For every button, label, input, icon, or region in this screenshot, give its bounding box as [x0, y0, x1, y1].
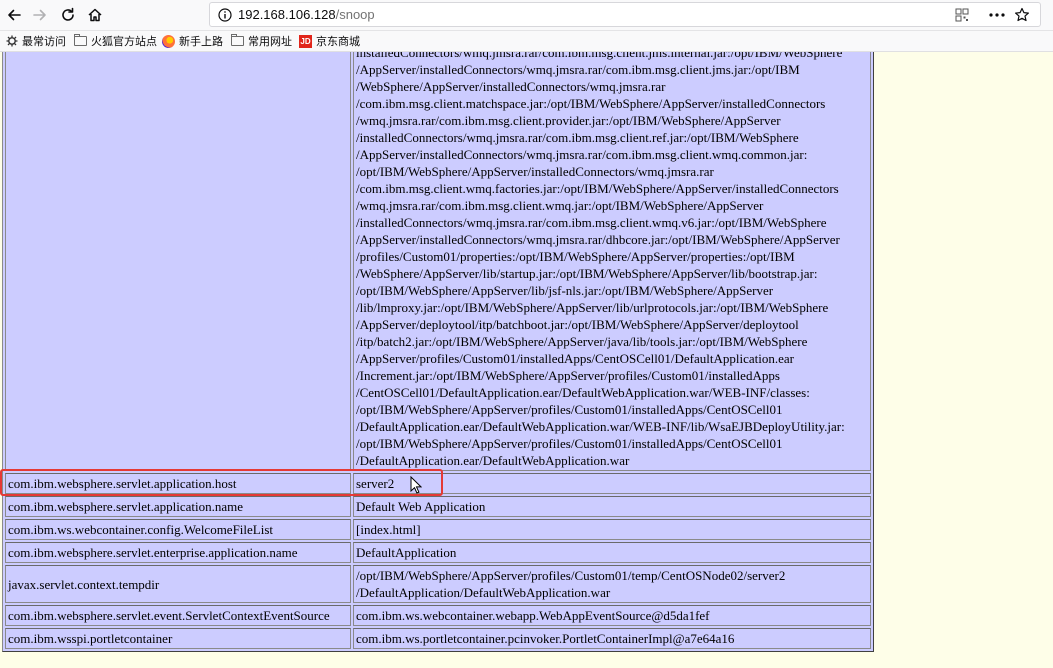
firefox-icon	[162, 34, 175, 48]
classpath-line: /itp/batch2.jar:/opt/IBM/WebSphere/AppSe…	[356, 334, 808, 349]
more-actions-icon[interactable]	[989, 13, 1005, 17]
classpath-line: /WebSphere/AppServer/lib/startup.jar:/op…	[356, 266, 818, 281]
bookmark-label: 最常访问	[22, 35, 66, 48]
classpath-line: /profiles/Custom01/properties:/opt/IBM/W…	[356, 249, 795, 264]
bookmark-label: 常用网址	[248, 35, 292, 48]
bookmark-getting-started[interactable]: 新手上路	[162, 33, 223, 49]
classpath-line: /AppServer/deploytool/itp/batchboot.jar:…	[356, 317, 799, 332]
bookmark-most-visited[interactable]: 最常访问	[6, 33, 66, 49]
back-arrow-icon	[8, 9, 21, 21]
table-row: javax.servlet.context.tempdir/opt/IBM/We…	[5, 565, 871, 603]
mouse-cursor-icon	[410, 476, 422, 494]
bookmark-label: 新手上路	[179, 35, 223, 48]
attribute-value: com.ibm.ws.webcontainer.webapp.WebAppEve…	[353, 605, 871, 626]
classpath-value-cell: installedConnectors/wmq.jmsra.rar/com.ib…	[353, 52, 871, 471]
table-row: com.ibm.websphere.servlet.event.ServletC…	[5, 605, 871, 626]
classpath-line: /installedConnectors/wmq.jmsra.rar/com.i…	[356, 215, 827, 230]
classpath-line: /WebSphere/AppServer/installedConnectors…	[356, 79, 666, 94]
attribute-name: com.ibm.wsspi.portletcontainer	[5, 628, 351, 649]
attribute-value: DefaultApplication	[353, 542, 871, 563]
classpath-line: /opt/IBM/WebSphere/AppServer/lib/jsf-nls…	[356, 283, 774, 298]
address-bar[interactable]: 192.168.106.128/snoop	[209, 2, 1041, 27]
attribute-name: com.ibm.websphere.servlet.event.ServletC…	[5, 605, 351, 626]
attribute-name: com.ibm.ws.webcontainer.config.WelcomeFi…	[5, 519, 351, 540]
attribute-name: com.ibm.websphere.servlet.enterprise.app…	[5, 542, 351, 563]
table-row: com.ibm.websphere.servlet.enterprise.app…	[5, 542, 871, 563]
attribute-value: [index.html]	[353, 519, 871, 540]
forward-arrow-icon	[33, 9, 46, 21]
folder-icon	[231, 34, 244, 46]
classpath-line: /AppServer/profiles/Custom01/installedAp…	[356, 351, 794, 366]
classpath-line: /AppServer/installedConnectors/wmq.jmsra…	[356, 62, 800, 77]
classpath-line: /DefaultApplication.ear/DefaultWebApplic…	[356, 453, 630, 468]
classpath-line: /wmq.jmsra.rar/com.ibm.msg.client.provid…	[356, 113, 781, 128]
home-icon	[88, 8, 102, 22]
url-path: /snoop	[335, 7, 375, 22]
classpath-line: /installedConnectors/wmq.jmsra.rar/com.i…	[356, 130, 799, 145]
highlight-box	[0, 469, 443, 496]
back-button[interactable]	[2, 3, 26, 27]
classpath-line: /com.ibm.msg.client.wmq.factories.jar:/o…	[356, 181, 839, 196]
classpath-line: /opt/IBM/WebSphere/AppServer/installedCo…	[356, 164, 714, 179]
classpath-line: installedConnectors/wmq.jmsra.rar/com.ib…	[356, 52, 843, 60]
bookmark-firefox-official[interactable]: 火狐官方站点	[74, 33, 157, 49]
info-icon	[218, 8, 232, 22]
attribute-value-line: /opt/IBM/WebSphere/AppServer/profiles/Cu…	[356, 568, 786, 583]
folder-icon	[74, 34, 87, 46]
gear-icon	[6, 35, 18, 47]
bookmark-label: 火狐官方站点	[91, 35, 157, 48]
table-row: com.ibm.websphere.servlet.application.na…	[5, 496, 871, 517]
bookmark-common-sites[interactable]: 常用网址	[231, 33, 292, 49]
table-row: com.ibm.wsspi.portletcontainer com.ibm.ws…	[5, 628, 871, 649]
bookmarks-toolbar: 最常访问 火狐官方站点 新手上路 常用网址 JD 京东商城	[0, 31, 1053, 52]
table-row-classpath: installedConnectors/wmq.jmsra.rar/com.ib…	[5, 52, 871, 471]
reload-button[interactable]	[56, 3, 80, 27]
classpath-line: /Increment.jar:/opt/IBM/WebSphere/AppSer…	[356, 368, 780, 383]
attribute-name: com.ibm.websphere.servlet.application.na…	[5, 496, 351, 517]
browser-toolbar: 192.168.106.128/snoop	[0, 0, 1053, 31]
bookmark-jd-mall[interactable]: JD 京东商城	[299, 33, 360, 49]
attribute-name: javax.servlet.context.tempdir	[5, 565, 351, 603]
classpath-line: /opt/IBM/WebSphere/AppServer/profiles/Cu…	[356, 402, 783, 417]
url-host: 192.168.106.128	[238, 7, 336, 22]
classpath-line: /AppServer/installedConnectors/wmq.jmsra…	[356, 232, 840, 247]
attribute-value-line: [index.html]	[356, 522, 421, 537]
qr-code-icon[interactable]	[955, 8, 969, 22]
forward-button[interactable]	[28, 3, 52, 27]
classpath-line: /CentOSCell01/DefaultApplication.ear/Def…	[356, 385, 810, 400]
classpath-line: /wmq.jmsra.rar/com.ibm.msg.client.wmq.ja…	[356, 198, 764, 213]
attribute-value-line: com.ibm.ws.portletcontainer.pcinvoker.Po…	[356, 631, 735, 646]
classpath-line: /lib/lmproxy.jar:/opt/IBM/WebSphere/AppS…	[356, 300, 829, 315]
attribute-value-line: /DefaultApplication/DefaultWebApplicatio…	[356, 585, 611, 600]
attribute-value: com.ibm.ws.portletcontainer.pcinvoker.Po…	[353, 628, 871, 649]
attribute-value: Default Web Application	[353, 496, 871, 517]
reload-icon	[62, 7, 74, 21]
url-text[interactable]: 192.168.106.128/snoop	[238, 7, 375, 22]
classpath-line: /com.ibm.msg.client.matchspace.jar:/opt/…	[356, 96, 826, 111]
attribute-value: /opt/IBM/WebSphere/AppServer/profiles/Cu…	[353, 565, 871, 603]
attribute-value-line: com.ibm.ws.webcontainer.webapp.WebAppEve…	[356, 608, 710, 623]
attribute-value-line: Default Web Application	[356, 499, 486, 514]
attribute-value-line: DefaultApplication	[356, 545, 457, 560]
page-content: installedConnectors/wmq.jmsra.rar/com.ib…	[0, 52, 1053, 668]
home-button[interactable]	[83, 3, 107, 27]
classpath-line: /AppServer/installedConnectors/wmq.jmsra…	[356, 147, 808, 162]
jd-icon: JD	[299, 34, 312, 48]
bookmark-label: 京东商城	[316, 35, 360, 48]
table-row: com.ibm.ws.webcontainer.config.WelcomeFi…	[5, 519, 871, 540]
classpath-line: /DefaultApplication.ear/DefaultWebApplic…	[356, 419, 845, 434]
star-bookmark-icon[interactable]	[1014, 7, 1030, 23]
attribute-name-cell	[5, 52, 351, 471]
servlet-context-attributes-table: installedConnectors/wmq.jmsra.rar/com.ib…	[2, 52, 874, 652]
classpath-line: /opt/IBM/WebSphere/AppServer/profiles/Cu…	[356, 436, 783, 451]
